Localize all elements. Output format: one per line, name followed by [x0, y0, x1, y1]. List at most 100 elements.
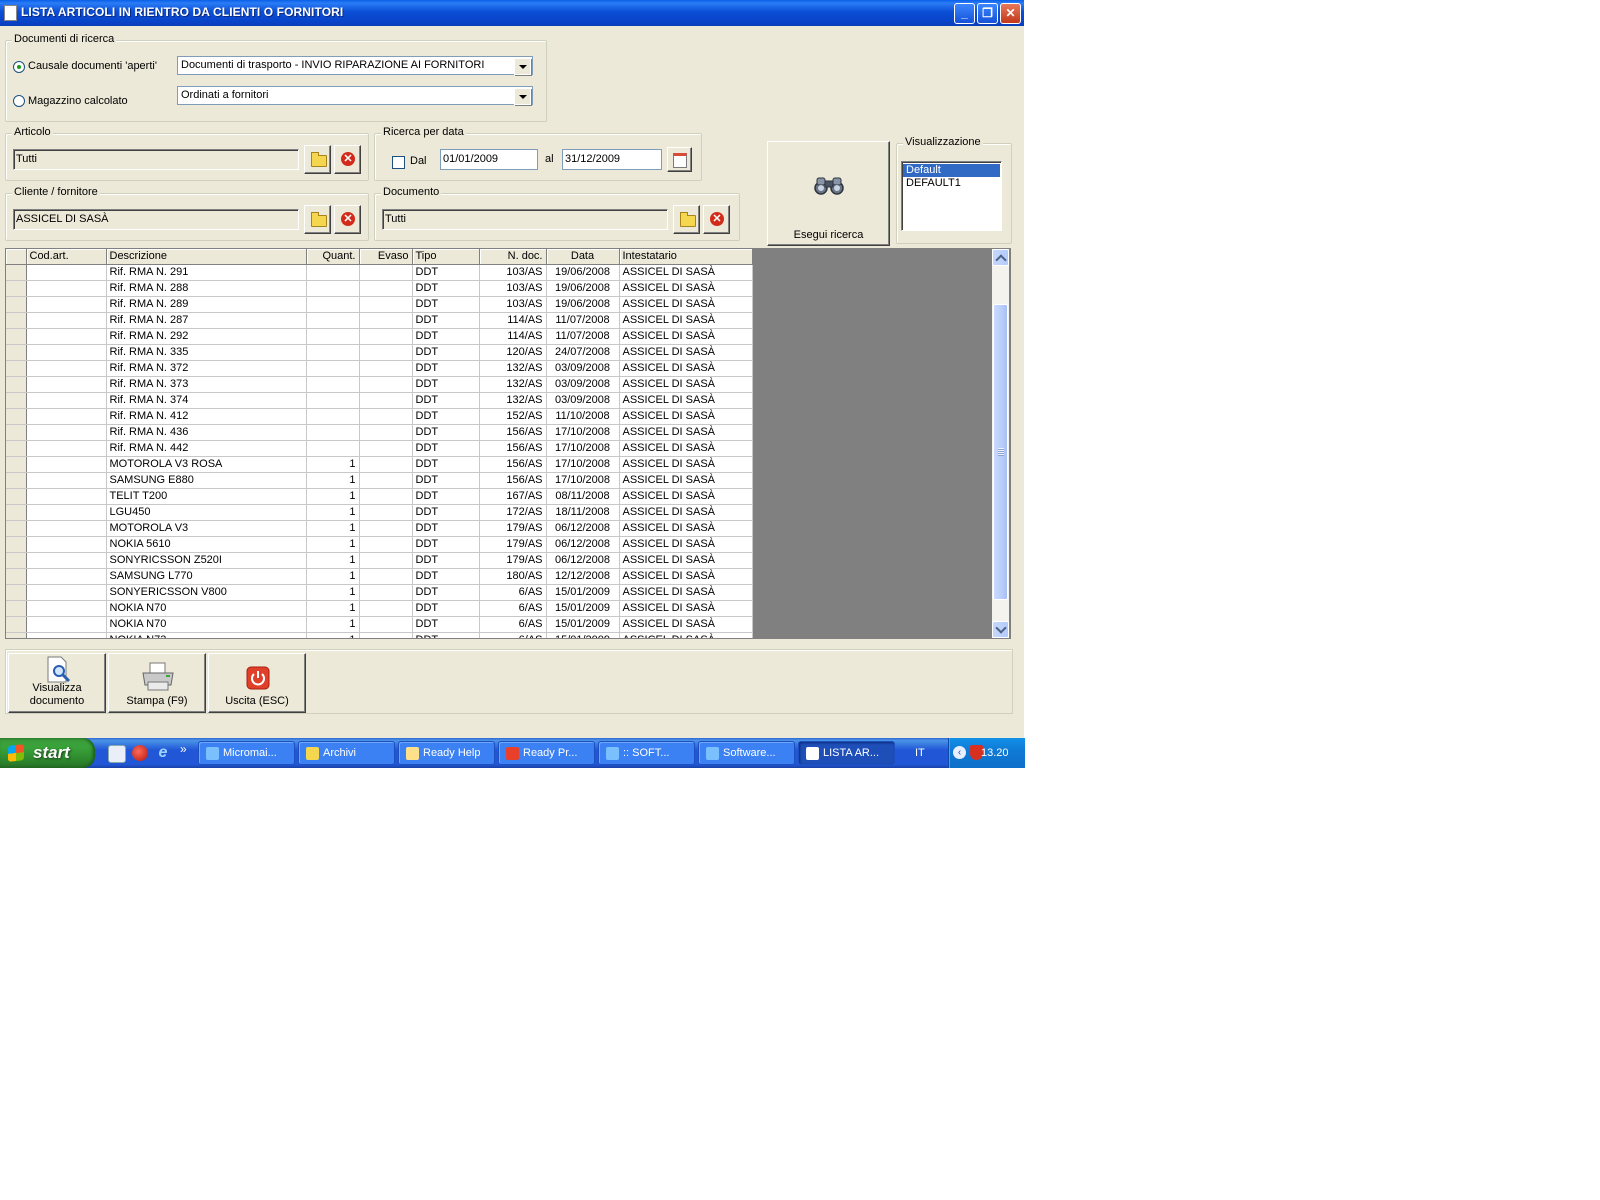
table-row[interactable]: MOTOROLA V3 ROSA 1 DDT 156/AS 17/10/2008 ASSI… [6, 456, 753, 473]
documento-clear-button[interactable]: ✕ [703, 205, 730, 234]
row-indicator[interactable] [6, 440, 27, 457]
table-row[interactable]: LGU450 1 DDT 172/AS 18/11/2008 ASSICEL DI SAS… [6, 504, 753, 521]
scroll-up-icon[interactable] [992, 249, 1009, 266]
table-row[interactable]: SONYRICSSON Z520I 1 DDT 179/AS 06/12/2008 ASS… [6, 552, 753, 569]
col-intestatario[interactable]: Intestatario [619, 249, 753, 265]
table-row[interactable]: Rif. RMA N. 335 DDT 120/AS 24/07/2008 ASSICE… [6, 344, 753, 361]
chevron-down-icon[interactable] [514, 58, 531, 75]
table-row[interactable]: SONYERICSSON V800 1 DDT 6/AS 15/01/2009 ASSIC… [6, 584, 753, 601]
row-indicator[interactable] [6, 296, 27, 313]
chevron-right-icon[interactable]: » [180, 742, 190, 758]
scroll-thumb[interactable] [993, 304, 1008, 600]
taskbar-task[interactable]: LISTA AR... [798, 741, 895, 765]
causale-select[interactable]: Documenti di trasporto - INVIO RIPARAZIO… [177, 56, 533, 75]
table-row[interactable]: Rif. RMA N. 442 DDT 156/AS 17/10/2008 ASSICE… [6, 440, 753, 457]
taskbar-task[interactable]: Archivi [298, 741, 395, 765]
col-quant[interactable]: Quant. [306, 249, 360, 265]
table-row[interactable]: Rif. RMA N. 436 DDT 156/AS 17/10/2008 ASSICE… [6, 424, 753, 441]
view-document-button[interactable]: Visualizza documento [8, 653, 106, 713]
taskbar-task[interactable]: Ready Pr... [498, 741, 595, 765]
app-quicklaunch-icon[interactable] [132, 745, 148, 761]
chevron-down-icon[interactable] [514, 88, 531, 105]
table-row[interactable]: Rif. RMA N. 372 DDT 132/AS 03/09/2008 ASSICE… [6, 360, 753, 377]
row-indicator[interactable] [6, 280, 27, 297]
row-indicator[interactable] [6, 424, 27, 441]
language-indicator[interactable]: IT [915, 747, 925, 759]
table-row[interactable]: Rif. RMA N. 412 DDT 152/AS 11/10/2008 ASSICE… [6, 408, 753, 425]
tray-expand-icon[interactable]: ‹ [953, 746, 966, 759]
search-button[interactable]: Esegui ricerca [767, 141, 890, 246]
visualizzazione-list[interactable]: Default DEFAULT1 [901, 161, 1002, 231]
row-indicator[interactable] [6, 504, 27, 521]
table-row[interactable]: Rif. RMA N. 287 DDT 114/AS 11/07/2008 ASSICE… [6, 312, 753, 329]
taskbar-task[interactable]: Ready Help [398, 741, 495, 765]
table-row[interactable]: Rif. RMA N. 288 DDT 103/AS 19/06/2008 ASSICE… [6, 280, 753, 297]
row-indicator[interactable] [6, 472, 27, 489]
col-descrizione[interactable]: Descrizione [106, 249, 307, 265]
date-from-input[interactable]: 01/01/2009 [440, 149, 538, 170]
taskbar-task[interactable]: Software... [698, 741, 795, 765]
row-indicator[interactable] [6, 552, 27, 569]
row-indicator[interactable] [6, 264, 27, 281]
col-evaso[interactable]: Evaso [359, 249, 413, 265]
vertical-scrollbar[interactable] [992, 249, 1009, 638]
close-button[interactable]: ✕ [1000, 3, 1021, 24]
row-indicator[interactable] [6, 456, 27, 473]
desktop-quicklaunch-icon[interactable] [108, 745, 126, 763]
row-indicator[interactable] [6, 312, 27, 329]
table-row[interactable]: NOKIA N731 DDT6/AS15/01/2009ASSICEL DI SA… [6, 632, 753, 638]
row-indicator[interactable] [6, 328, 27, 345]
calendar-button[interactable] [667, 147, 692, 172]
restore-button[interactable]: ❐ [977, 3, 998, 24]
start-button[interactable]: start [0, 738, 95, 768]
col-tipo[interactable]: Tipo [412, 249, 480, 265]
articolo-browse-button[interactable] [304, 145, 331, 174]
table-row[interactable]: NOKIA N70 1 DDT 6/AS 15/01/2009 ASSICEL DI SA… [6, 616, 753, 633]
table-row[interactable]: Rif. RMA N. 373 DDT 132/AS 03/09/2008 ASSICE… [6, 376, 753, 393]
documento-field[interactable]: Tutti [382, 209, 668, 230]
documento-browse-button[interactable] [673, 205, 700, 234]
row-indicator[interactable] [6, 584, 27, 601]
scroll-down-icon[interactable] [992, 621, 1009, 638]
table-row[interactable]: SAMSUNG L770 1 DDT 180/AS 12/12/2008 ASSICEL … [6, 568, 753, 585]
list-item[interactable]: Default [903, 164, 1000, 177]
row-indicator[interactable] [6, 520, 27, 537]
row-indicator[interactable] [6, 632, 27, 638]
table-row[interactable]: SAMSUNG E880 1 DDT 156/AS 17/10/2008 ASSICEL … [6, 472, 753, 489]
taskbar-task[interactable]: Micromai... [198, 741, 295, 765]
col-n-doc[interactable]: N. doc. [479, 249, 547, 265]
exit-button[interactable]: Uscita (ESC) [208, 653, 306, 713]
table-row[interactable]: NOKIA 5610 1 DDT 179/AS 06/12/2008 ASSICEL DI… [6, 536, 753, 553]
row-indicator[interactable] [6, 376, 27, 393]
causale-radio[interactable] [13, 61, 25, 73]
row-indicator[interactable] [6, 568, 27, 585]
table-row[interactable]: Rif. RMA N. 374 DDT 132/AS 03/09/2008 ASSICE… [6, 392, 753, 409]
minimize-button[interactable]: _ [954, 3, 975, 24]
table-row[interactable]: TELIT T200 1 DDT 167/AS 08/11/2008 ASSICEL DI… [6, 488, 753, 505]
row-indicator[interactable] [6, 600, 27, 617]
ie-quicklaunch-icon[interactable]: e [155, 745, 171, 761]
table-row[interactable]: MOTOROLA V3 1 DDT 179/AS 06/12/2008 ASSICEL D… [6, 520, 753, 537]
cliente-browse-button[interactable] [304, 205, 331, 234]
articolo-field[interactable]: Tutti [13, 149, 299, 170]
list-item[interactable]: DEFAULT1 [903, 177, 1000, 190]
row-indicator[interactable] [6, 616, 27, 633]
col-data[interactable]: Data [546, 249, 620, 265]
row-indicator[interactable] [6, 344, 27, 361]
table-row[interactable]: Rif. RMA N. 292 DDT 114/AS 11/07/2008 ASSICE… [6, 328, 753, 345]
table-row[interactable]: Rif. RMA N. 289 DDT 103/AS 19/06/2008 ASSICE… [6, 296, 753, 313]
row-indicator[interactable] [6, 408, 27, 425]
table-row[interactable]: Rif. RMA N. 291 DDT 103/AS 19/06/2008 ASSICE… [6, 264, 753, 281]
date-to-input[interactable]: 31/12/2009 [562, 149, 662, 170]
taskbar-task[interactable]: :: SOFT... [598, 741, 695, 765]
articolo-clear-button[interactable]: ✕ [334, 145, 361, 174]
row-indicator[interactable] [6, 488, 27, 505]
cliente-field[interactable]: ASSICEL DI SASÀ [13, 209, 299, 230]
magazzino-select[interactable]: Ordinati a fornitori [177, 86, 533, 105]
title-bar[interactable]: LISTA ARTICOLI IN RIENTRO DA CLIENTI O F… [0, 0, 1024, 26]
dal-checkbox[interactable] [392, 156, 405, 169]
row-indicator[interactable] [6, 536, 27, 553]
col-cod-art[interactable]: Cod.art. [26, 249, 107, 265]
table-row[interactable]: NOKIA N70 1 DDT 6/AS 15/01/2009 ASSICEL DI SA… [6, 600, 753, 617]
cliente-clear-button[interactable]: ✕ [334, 205, 361, 234]
